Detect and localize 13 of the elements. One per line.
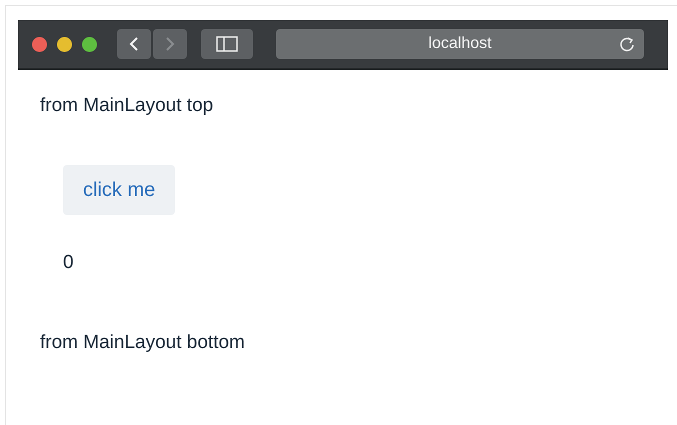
bottom-text: from MainLayout bottom <box>40 331 245 355</box>
address-bar[interactable]: localhost <box>276 29 644 59</box>
back-button[interactable] <box>117 29 151 59</box>
reload-icon[interactable] <box>619 36 635 52</box>
click-me-button[interactable]: click me <box>63 164 176 214</box>
minimize-button[interactable] <box>57 36 72 52</box>
counter-text: 0 <box>63 250 74 274</box>
top-text: from MainLayout top <box>40 94 214 118</box>
sidebar-icon <box>216 36 238 52</box>
sidebar-button[interactable] <box>201 29 253 59</box>
address-text: localhost <box>428 34 492 54</box>
close-button[interactable] <box>32 36 47 52</box>
maximize-button[interactable] <box>82 36 97 52</box>
